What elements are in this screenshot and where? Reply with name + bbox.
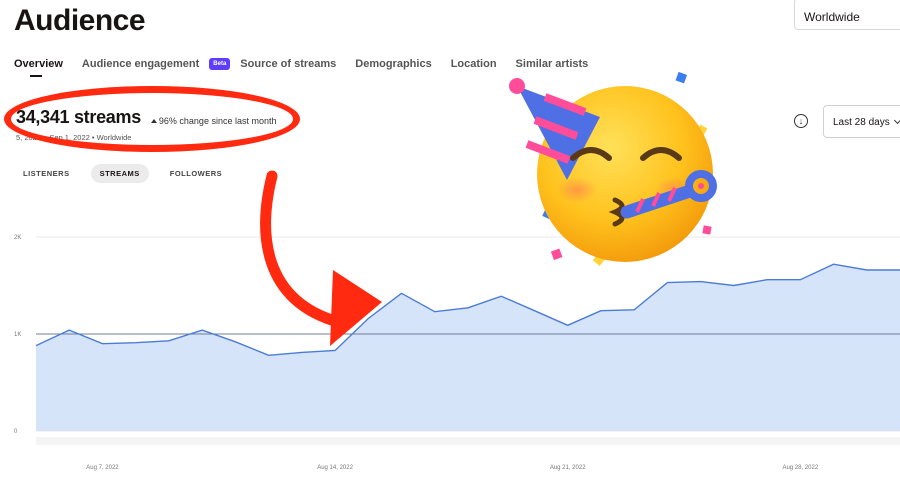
y-tick-label: 0 [14,429,18,435]
data-point [300,350,304,354]
data-point [499,294,503,298]
data-point [865,268,869,272]
data-point [532,309,536,313]
data-point [67,328,71,332]
x-tick-label: Aug 14, 2022 [317,465,353,471]
annotation-arrow [260,170,382,346]
data-point [399,291,403,295]
x-axis-band [36,437,900,445]
data-point [632,308,636,312]
x-tick-label: Aug 7, 2022 [86,465,119,471]
data-point [433,309,437,313]
x-tick-label: Aug 21, 2022 [550,465,586,471]
data-point [200,328,204,332]
streams-chart: 0 1K 2K Aug 7, 2022 Aug 14, 2022 Aug 21, 202… [14,170,900,471]
data-point [698,279,702,283]
y-tick-label: 1K [14,332,21,338]
y-tick-label: 2K [14,235,21,241]
party-face-emoji [509,71,717,267]
x-tick-label: Aug 28, 2022 [782,465,818,471]
data-point [466,306,470,310]
data-point [366,316,370,320]
data-point [266,353,270,357]
data-point [565,323,569,327]
data-point [100,342,104,346]
data-point [732,283,736,287]
data-point [133,341,137,345]
data-point [167,339,171,343]
data-point [765,277,769,281]
streams-area [36,264,900,431]
data-point [798,277,802,281]
data-point [233,340,237,344]
data-point [599,309,603,313]
data-point [333,348,337,352]
data-point [34,343,38,347]
data-point [831,262,835,266]
data-point [665,280,669,284]
